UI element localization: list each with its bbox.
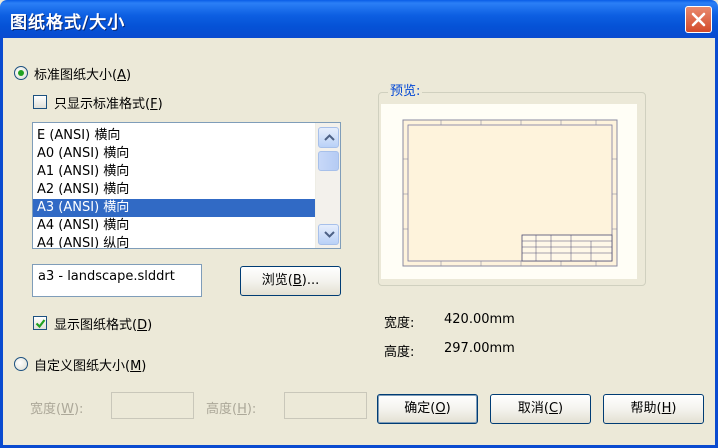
window-frame-left xyxy=(0,38,3,448)
paper-size-list[interactable]: E (ANSI) 横向 A0 (ANSI) 横向 A1 (ANSI) 横向 A2 (A… xyxy=(32,122,341,249)
paper-size-item[interactable]: E (ANSI) 横向 xyxy=(33,127,315,145)
help-button[interactable]: 帮助(H) xyxy=(603,394,704,424)
paper-size-item[interactable]: A2 (ANSI) 横向 xyxy=(33,181,315,199)
custom-height-label: 高度(H): xyxy=(206,402,257,417)
custom-size-radio[interactable] xyxy=(14,357,28,371)
paper-size-item[interactable]: A4 (ANSI) 纵向 xyxy=(33,235,315,248)
show-standard-only-checkbox[interactable] xyxy=(33,95,47,109)
show-standard-only-label[interactable]: 只显示标准格式(F) xyxy=(54,93,163,112)
cancel-button[interactable]: 取消(C) xyxy=(490,394,591,424)
format-file-field[interactable]: a3 - landscape.slddrt xyxy=(32,264,202,297)
preview-height-label: 高度: xyxy=(384,345,415,360)
sheet-preview-drawing xyxy=(402,119,618,267)
display-format-checkbox[interactable] xyxy=(33,316,47,330)
window-title: 图纸格式/大小 xyxy=(10,13,126,33)
checkmark-icon xyxy=(35,319,46,329)
paper-size-item[interactable]: A3 (ANSI) 横向 xyxy=(33,199,315,217)
custom-width-label: 宽度(W): xyxy=(30,402,84,417)
preview-height-value: 297.00mm xyxy=(444,341,515,356)
custom-height-field[interactable] xyxy=(284,392,367,419)
paper-size-item[interactable]: A4 (ANSI) 横向 xyxy=(33,217,315,235)
title-bar: 图纸格式/大小 xyxy=(0,0,718,38)
browse-button[interactable]: 浏览(B)... xyxy=(240,266,341,296)
close-button[interactable] xyxy=(685,6,712,33)
chevron-up-icon xyxy=(324,134,335,141)
radio-selected-dot xyxy=(18,70,24,76)
scroll-up-button[interactable] xyxy=(318,127,339,148)
custom-size-label[interactable]: 自定义图纸大小(M) xyxy=(34,355,146,374)
preview-title: 预览: xyxy=(388,80,423,99)
standard-size-label[interactable]: 标准图纸大小(A) xyxy=(34,64,131,83)
chevron-down-icon xyxy=(324,231,335,238)
sheet-preview xyxy=(381,104,637,279)
preview-width-label: 宽度: xyxy=(384,316,415,331)
close-icon xyxy=(691,12,706,27)
paper-size-items: E (ANSI) 横向 A0 (ANSI) 横向 A1 (ANSI) 横向 A2 (A… xyxy=(33,127,315,248)
display-format-label[interactable]: 显示图纸格式(D) xyxy=(54,314,152,333)
ok-button[interactable]: 确定(O) xyxy=(377,394,478,424)
scroll-thumb[interactable] xyxy=(318,151,339,171)
standard-size-radio[interactable] xyxy=(14,66,28,80)
preview-width-value: 420.00mm xyxy=(444,312,515,327)
list-scrollbar[interactable] xyxy=(315,123,340,248)
custom-width-field[interactable] xyxy=(111,392,194,419)
paper-size-item[interactable]: A0 (ANSI) 横向 xyxy=(33,145,315,163)
scroll-down-button[interactable] xyxy=(318,224,339,245)
paper-size-item[interactable]: A1 (ANSI) 横向 xyxy=(33,163,315,181)
